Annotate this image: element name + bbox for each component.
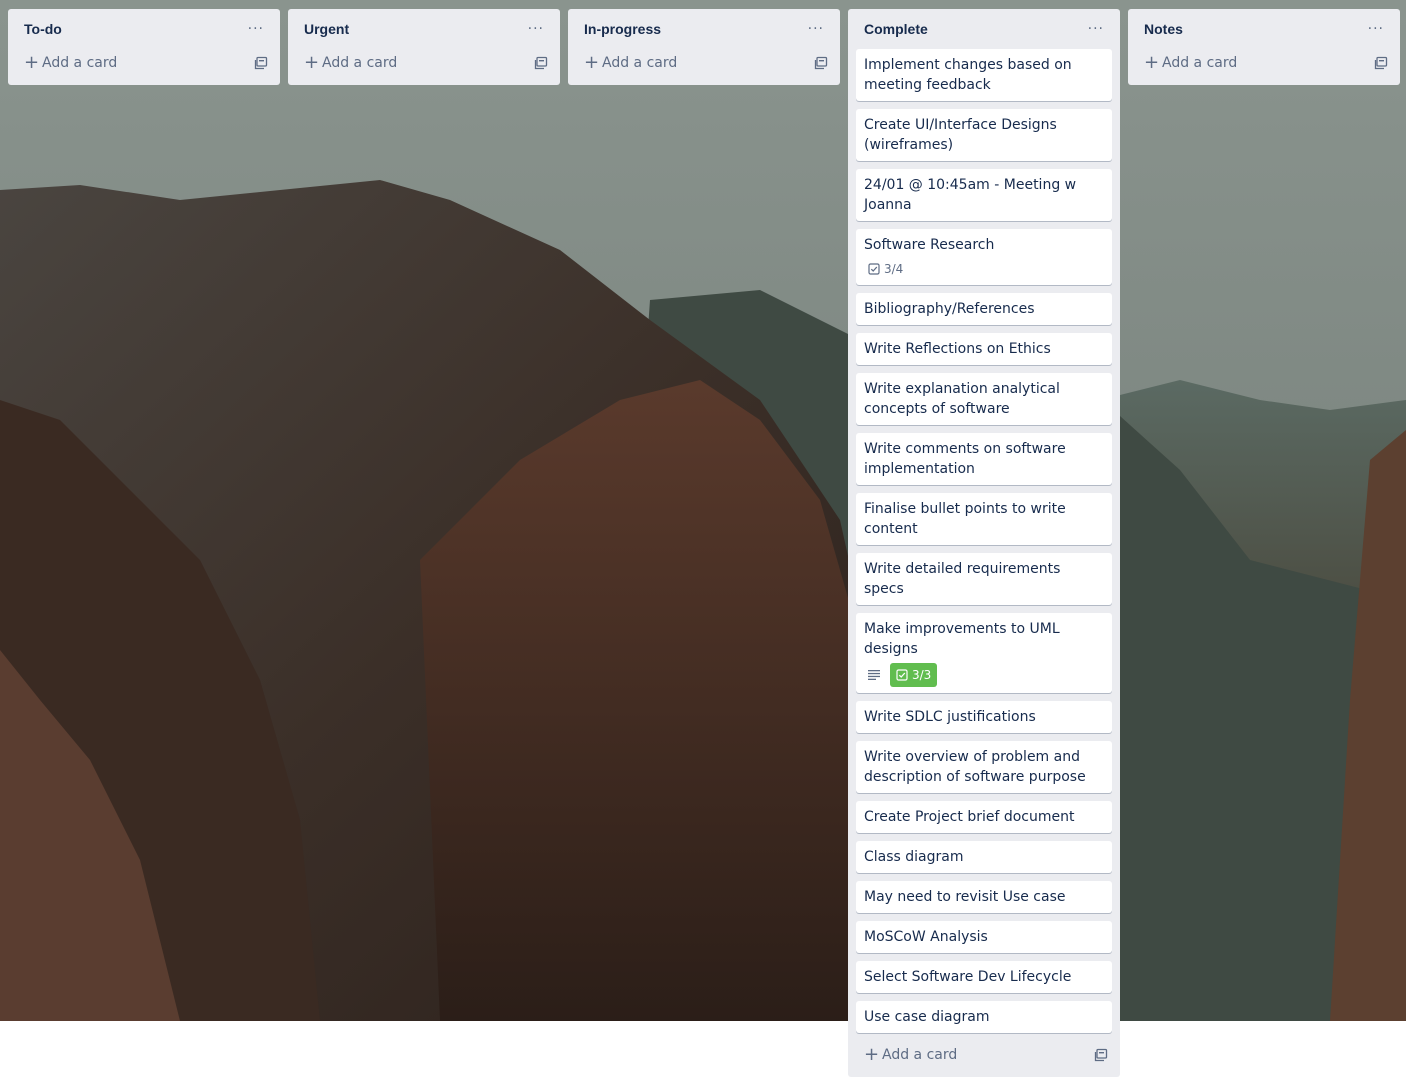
card-title: MoSCoW Analysis — [864, 929, 988, 945]
card-badges: 3/4 — [864, 259, 1104, 279]
card[interactable]: Write Reflections on Ethics — [856, 333, 1112, 365]
add-card-button[interactable]: + Add a card — [864, 1046, 957, 1064]
card-badges: 3/3 — [864, 663, 1104, 687]
card[interactable]: Write comments on software implementatio… — [856, 433, 1112, 485]
card-list: Implement changes based on meeting feedb… — [856, 49, 1112, 1033]
card-title: Finalise bullet points to write content — [864, 501, 1066, 537]
card-title: Use case diagram — [864, 1009, 990, 1025]
list-header: Urgent ··· — [296, 9, 552, 49]
card-template-icon[interactable] — [1374, 56, 1388, 70]
card[interactable]: Create UI/Interface Designs (wireframes) — [856, 109, 1112, 161]
list-in-progress: In-progress ··· + Add a card — [568, 9, 840, 85]
plus-icon: + — [24, 52, 40, 73]
card-title: Write Reflections on Ethics — [864, 341, 1051, 357]
add-card-label: Add a card — [42, 55, 118, 71]
board: To-do ··· + Add a card Urgent ··· + Add … — [8, 9, 1400, 1077]
plus-icon: + — [304, 52, 320, 73]
ellipsis-icon[interactable]: ··· — [1084, 22, 1108, 36]
list-notes: Notes ··· + Add a card — [1128, 9, 1400, 85]
add-card-row: + Add a card — [856, 1041, 1112, 1069]
card[interactable]: Write explanation analytical concepts of… — [856, 373, 1112, 425]
list-header: In-progress ··· — [576, 9, 832, 49]
card-title: Write SDLC justifications — [864, 709, 1036, 725]
card[interactable]: Write overview of problem and descriptio… — [856, 741, 1112, 793]
card-title: Class diagram — [864, 849, 964, 865]
description-icon — [868, 670, 880, 680]
card-title: Select Software Dev Lifecycle — [864, 969, 1072, 985]
card-template-icon[interactable] — [254, 56, 268, 70]
card-title: 24/01 @ 10:45am - Meeting w Joanna — [864, 177, 1077, 213]
list-title[interactable]: Notes — [1144, 21, 1183, 37]
checklist-icon — [868, 263, 880, 275]
card-title: Write detailed requirements specs — [864, 561, 1061, 597]
card[interactable]: MoSCoW Analysis — [856, 921, 1112, 953]
add-card-row: + Add a card — [16, 49, 272, 77]
list-header: Complete ··· — [856, 9, 1112, 49]
card[interactable]: Class diagram — [856, 841, 1112, 873]
checklist-count: 3/3 — [912, 668, 932, 682]
add-card-button[interactable]: + Add a card — [304, 54, 397, 72]
list-title[interactable]: Complete — [864, 21, 928, 37]
add-card-button[interactable]: + Add a card — [584, 54, 677, 72]
card[interactable]: Select Software Dev Lifecycle — [856, 961, 1112, 993]
card[interactable]: 24/01 @ 10:45am - Meeting w Joanna — [856, 169, 1112, 221]
card[interactable]: Write detailed requirements specs — [856, 553, 1112, 605]
checklist-badge-complete: 3/3 — [890, 663, 938, 687]
card[interactable]: Use case diagram — [856, 1001, 1112, 1033]
card[interactable]: Make improvements to UML designs 3/3 — [856, 613, 1112, 693]
list-title[interactable]: To-do — [24, 21, 62, 37]
list-header: To-do ··· — [16, 9, 272, 49]
plus-icon: + — [584, 52, 600, 73]
add-card-row: + Add a card — [576, 49, 832, 77]
list-title[interactable]: In-progress — [584, 21, 661, 37]
add-card-label: Add a card — [322, 55, 398, 71]
card[interactable]: Finalise bullet points to write content — [856, 493, 1112, 545]
card-title: Bibliography/References — [864, 301, 1035, 317]
card-title: Create UI/Interface Designs (wireframes) — [864, 117, 1057, 153]
card[interactable]: Bibliography/References — [856, 293, 1112, 325]
card-title: Write comments on software implementatio… — [864, 441, 1066, 477]
plus-icon: + — [1144, 52, 1160, 73]
card-title: May need to revisit Use case — [864, 889, 1066, 905]
card-template-icon[interactable] — [1094, 1048, 1108, 1062]
add-card-button[interactable]: + Add a card — [24, 54, 117, 72]
list-header: Notes ··· — [1136, 9, 1392, 49]
card-title: Write overview of problem and descriptio… — [864, 749, 1086, 785]
add-card-label: Add a card — [882, 1047, 958, 1063]
card[interactable]: May need to revisit Use case — [856, 881, 1112, 913]
card[interactable]: Write SDLC justifications — [856, 701, 1112, 733]
add-card-button[interactable]: + Add a card — [1144, 54, 1237, 72]
card[interactable]: Implement changes based on meeting feedb… — [856, 49, 1112, 101]
card-title: Make improvements to UML designs — [864, 621, 1060, 657]
add-card-label: Add a card — [602, 55, 678, 71]
card-template-icon[interactable] — [534, 56, 548, 70]
add-card-row: + Add a card — [1136, 49, 1392, 77]
card[interactable]: Software Research 3/4 — [856, 229, 1112, 285]
ellipsis-icon[interactable]: ··· — [244, 22, 268, 36]
checklist-icon — [896, 669, 908, 681]
card-title: Software Research — [864, 237, 995, 253]
checklist-badge: 3/4 — [864, 259, 907, 279]
list-complete: Complete ··· Implement changes based on … — [848, 9, 1120, 1077]
card-template-icon[interactable] — [814, 56, 828, 70]
ellipsis-icon[interactable]: ··· — [1364, 22, 1388, 36]
list-title[interactable]: Urgent — [304, 21, 349, 37]
add-card-label: Add a card — [1162, 55, 1238, 71]
ellipsis-icon[interactable]: ··· — [524, 22, 548, 36]
add-card-row: + Add a card — [296, 49, 552, 77]
card[interactable]: Create Project brief document — [856, 801, 1112, 833]
plus-icon: + — [864, 1044, 880, 1065]
card-title: Implement changes based on meeting feedb… — [864, 57, 1072, 93]
card-title: Write explanation analytical concepts of… — [864, 381, 1060, 417]
list-urgent: Urgent ··· + Add a card — [288, 9, 560, 85]
ellipsis-icon[interactable]: ··· — [804, 22, 828, 36]
checklist-count: 3/4 — [884, 262, 904, 276]
list-to-do: To-do ··· + Add a card — [8, 9, 280, 85]
card-title: Create Project brief document — [864, 809, 1075, 825]
